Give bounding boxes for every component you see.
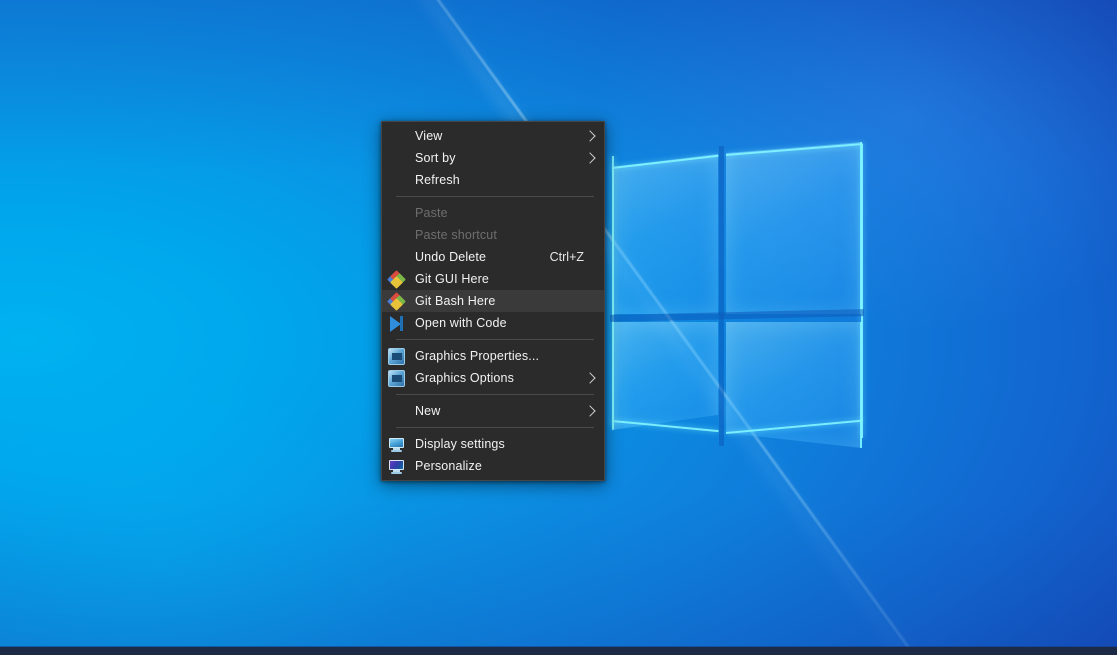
graphics-glyph — [388, 369, 405, 387]
menu-item-icon-placeholder — [388, 205, 405, 222]
windows-logo-divider-vertical — [719, 146, 724, 446]
vscode-glyph — [388, 315, 405, 332]
git-diamond-glyph — [387, 291, 406, 311]
monitor-screen — [389, 459, 404, 470]
graphics-icon — [388, 369, 405, 387]
taskbar[interactable] — [0, 647, 1117, 655]
menu-separator — [396, 394, 594, 395]
menu-item-icon-placeholder — [388, 150, 405, 167]
menu-item-icon-placeholder — [388, 172, 405, 189]
menu-item-refresh[interactable]: Refresh — [382, 169, 604, 191]
menu-item-paste: Paste — [382, 202, 604, 224]
desktop-context-menu[interactable]: View Sort by Refresh Paste Paste shortcut Und… — [381, 121, 605, 481]
menu-item-label: Paste shortcut — [415, 228, 498, 242]
vscode-bar — [400, 315, 403, 331]
menu-item-label: New — [415, 404, 441, 418]
menu-item-label: Graphics Options — [415, 371, 514, 385]
menu-item-sort-by[interactable]: Sort by — [382, 147, 604, 169]
windows-logo — [606, 136, 868, 448]
menu-item-label: View — [415, 129, 443, 143]
menu-item-shortcut: Ctrl+Z — [549, 250, 584, 264]
menu-item-display-settings[interactable]: Display settings — [382, 433, 604, 455]
menu-item-personalize[interactable]: Personalize — [382, 455, 604, 477]
menu-item-paste-shortcut: Paste shortcut — [382, 224, 604, 246]
menu-item-new[interactable]: New — [382, 400, 604, 422]
menu-item-graphics-options[interactable]: Graphics Options — [382, 367, 604, 389]
menu-item-label: Git GUI Here — [415, 272, 490, 286]
menu-item-icon-placeholder — [388, 227, 405, 244]
monitor-screen — [389, 437, 404, 448]
graphics-glyph — [388, 347, 405, 365]
menu-item-icon-placeholder — [388, 128, 405, 145]
menu-item-icon-placeholder — [388, 249, 405, 266]
menu-item-label: Undo Delete — [415, 250, 487, 264]
menu-item-label: Personalize — [415, 459, 482, 473]
menu-item-git-bash-here[interactable]: Git Bash Here — [382, 290, 604, 312]
monitor-base — [391, 471, 402, 474]
menu-item-label: Refresh — [415, 173, 460, 187]
menu-item-label: Open with Code — [415, 316, 507, 330]
menu-item-view[interactable]: View — [382, 125, 604, 147]
menu-item-git-gui-here[interactable]: Git GUI Here — [382, 268, 604, 290]
menu-item-label: Display settings — [415, 437, 505, 451]
monitor-glyph — [388, 436, 405, 453]
display-icon — [388, 436, 405, 453]
menu-item-icon-placeholder — [388, 403, 405, 420]
monitor-base — [391, 449, 402, 452]
menu-item-label: Git Bash Here — [415, 294, 496, 308]
menu-separator — [396, 196, 594, 197]
git-icon — [387, 269, 406, 289]
windows-logo-pane-bottom-left — [612, 322, 718, 430]
windows-logo-pane-top-left — [612, 154, 718, 314]
monitor-colored-glyph — [388, 458, 405, 475]
git-diamond-glyph — [387, 269, 406, 289]
windows-logo-edge-right — [861, 144, 863, 438]
menu-item-label: Graphics Properties... — [415, 349, 540, 363]
menu-item-open-with-code[interactable]: Open with Code — [382, 312, 604, 334]
graphics-icon — [388, 347, 405, 365]
desktop[interactable]: View Sort by Refresh Paste Paste shortcut Und… — [0, 0, 1117, 655]
menu-item-undo-delete[interactable]: Undo Delete Ctrl+Z — [382, 246, 604, 268]
menu-separator — [396, 339, 594, 340]
menu-item-label: Paste — [415, 206, 448, 220]
git-icon — [387, 291, 406, 311]
menu-item-label: Sort by — [415, 151, 456, 165]
menu-item-graphics-properties[interactable]: Graphics Properties... — [382, 345, 604, 367]
vscode-icon — [388, 315, 405, 332]
windows-logo-edge-left — [612, 156, 614, 428]
personalize-icon — [388, 458, 405, 475]
menu-separator — [396, 427, 594, 428]
windows-logo-pane-top-right — [726, 142, 862, 314]
